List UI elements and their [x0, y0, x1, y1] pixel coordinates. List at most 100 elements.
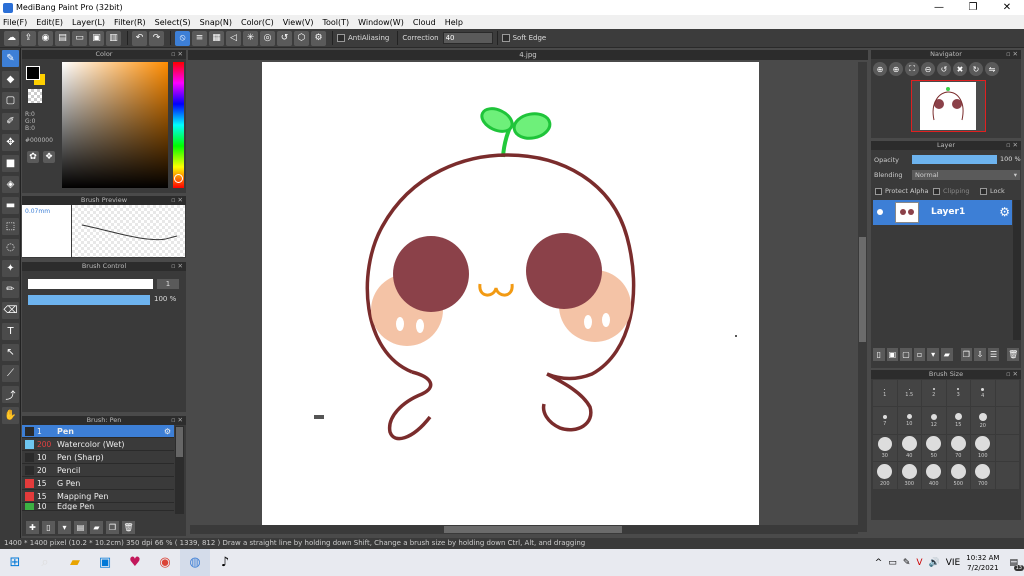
brush-size-option[interactable]: 3: [946, 380, 970, 407]
save-icon[interactable]: ▣: [89, 30, 104, 46]
brush-size-option[interactable]: 12: [922, 407, 946, 434]
menu-layer[interactable]: Layer(L): [72, 18, 105, 27]
select-pen-tool-icon[interactable]: ✏: [2, 281, 19, 298]
fit-icon[interactable]: ⛶: [905, 62, 919, 76]
delete-layer-icon[interactable]: 🗑: [1007, 347, 1019, 361]
brush-size-option[interactable]: 1.5: [897, 380, 921, 407]
lock-checkbox[interactable]: [980, 188, 987, 195]
lasso-tool-icon[interactable]: ◌: [2, 239, 19, 256]
layer-menu-icon[interactable]: ▾: [927, 347, 939, 361]
operation-tool-icon[interactable]: ↖: [2, 344, 19, 361]
brush-size-option[interactable]: 1: [873, 380, 897, 407]
brush-size-option[interactable]: 500: [946, 462, 970, 489]
store-icon[interactable]: ▣: [90, 549, 120, 576]
rotate-right-icon[interactable]: ↻: [969, 62, 983, 76]
document-tab[interactable]: 4.jpg: [188, 50, 868, 60]
panel-close-icon[interactable]: ▫ ✕: [171, 416, 183, 425]
brush-size-option[interactable]: 100: [971, 434, 995, 462]
select-tool-icon[interactable]: ⬚: [2, 218, 19, 235]
circle-snap-icon[interactable]: ◎: [260, 30, 275, 46]
brush-size-option[interactable]: 10: [897, 407, 921, 434]
brush-size-option[interactable]: 20: [971, 407, 995, 434]
primary-color-swatch[interactable]: [26, 66, 40, 80]
menu-window[interactable]: Window(W): [358, 18, 404, 27]
brush-item[interactable]: 15 G Pen: [22, 477, 174, 490]
curve-snap-icon[interactable]: ↺: [277, 30, 292, 46]
brush-size-option[interactable]: 15: [946, 407, 970, 434]
file-explorer-icon[interactable]: ▰: [60, 549, 90, 576]
hue-slider[interactable]: [173, 62, 184, 188]
panel-close-icon[interactable]: ▫ ✕: [1006, 370, 1018, 379]
brush-size-option[interactable]: 2: [922, 380, 946, 407]
menu-view[interactable]: View(V): [283, 18, 314, 27]
brush-size-option[interactable]: 30: [873, 434, 897, 462]
duplicate-layer-icon[interactable]: ❐: [960, 347, 973, 361]
brush-size-slider[interactable]: [28, 279, 153, 289]
unikey-icon[interactable]: V: [916, 558, 922, 568]
windows-start-icon[interactable]: ⊞: [0, 549, 30, 576]
chrome-icon[interactable]: ◉: [150, 549, 180, 576]
merge-layer-icon[interactable]: ⇩: [974, 347, 986, 361]
brush-size-option[interactable]: 40: [897, 434, 921, 462]
drawing-canvas[interactable]: [262, 62, 759, 525]
pen-tool-icon[interactable]: ✐: [2, 113, 19, 130]
bucket-tool-icon[interactable]: ◈: [2, 176, 19, 193]
maximize-button[interactable]: ❐: [956, 2, 990, 13]
brush-size-value[interactable]: 1: [157, 279, 179, 289]
brush-folder-icon[interactable]: ▰: [90, 520, 103, 534]
divide-tool-icon[interactable]: ⟋: [2, 365, 19, 382]
brush-size-option[interactable]: 70: [946, 434, 970, 462]
menu-tool[interactable]: Tool(T): [322, 18, 349, 27]
brush-size-option[interactable]: 50: [922, 434, 946, 462]
layer-more-icon[interactable]: ☰: [987, 347, 1000, 361]
parallel-snap-icon[interactable]: ≡: [192, 30, 207, 46]
hue-handle[interactable]: [174, 174, 183, 183]
eyedropper-tool-icon[interactable]: ⤴: [2, 386, 19, 403]
transparent-color-swatch[interactable]: [28, 89, 42, 103]
undo-icon[interactable]: ↶: [132, 30, 147, 46]
comment-icon[interactable]: ◉: [38, 30, 53, 46]
menu-cloud[interactable]: Cloud: [413, 18, 436, 27]
brush-size-option[interactable]: 7: [873, 407, 897, 434]
brush-item[interactable]: 10 Pen (Sharp): [22, 451, 174, 464]
new-layer-icon[interactable]: ▯: [873, 347, 885, 361]
brush-duplicate-icon[interactable]: ❐: [106, 520, 119, 534]
saturation-value-picker[interactable]: [62, 62, 168, 188]
new-1bit-layer-icon[interactable]: ▫: [913, 347, 926, 361]
clock[interactable]: 10:32 AM 7/2/2021: [966, 553, 999, 573]
tiktok-icon[interactable]: ♪: [210, 549, 240, 576]
menu-snap[interactable]: Snap(N): [200, 18, 232, 27]
flip-icon[interactable]: ⇋: [985, 62, 999, 76]
fill-rect-tool-icon[interactable]: ■: [2, 155, 19, 172]
card-icon[interactable]: ▭: [72, 30, 87, 46]
navigator-thumbnail[interactable]: [911, 80, 986, 132]
antialiasing-checkbox[interactable]: [337, 34, 345, 42]
add-brush-icon[interactable]: ✚: [26, 520, 39, 534]
panel-close-icon[interactable]: ▫ ✕: [171, 50, 183, 59]
soft-edge-checkbox[interactable]: [501, 34, 510, 42]
brush-settings-icon[interactable]: ⚙: [164, 427, 171, 436]
brush-item[interactable]: 10 Edge Pen: [22, 503, 174, 511]
layers-icon[interactable]: ▥: [106, 30, 121, 46]
panel-close-icon[interactable]: ▫ ✕: [171, 262, 183, 271]
language-indicator[interactable]: VIE: [946, 558, 961, 568]
eraser-tool-icon[interactable]: ◆: [2, 71, 19, 88]
new-brush-icon[interactable]: ▯: [42, 520, 55, 534]
snap-off-icon[interactable]: ⦸: [175, 30, 190, 46]
canvas-vertical-scrollbar[interactable]: [858, 62, 867, 532]
layer-row[interactable]: Layer1 ⚙: [873, 200, 1012, 225]
grid-snap-icon[interactable]: ▦: [209, 30, 224, 46]
snap-settings-icon[interactable]: ⚙: [311, 30, 326, 46]
correction-select[interactable]: 40: [442, 32, 493, 44]
show-hidden-icons-icon[interactable]: ^: [875, 558, 883, 568]
hand-tool-icon[interactable]: ✋: [2, 407, 19, 424]
zoom-in-step-icon[interactable]: ⊕: [889, 62, 903, 76]
brush-size-option[interactable]: 4: [971, 380, 995, 407]
minimize-button[interactable]: —: [922, 2, 956, 13]
brush-item[interactable]: 20 Pencil: [22, 464, 174, 477]
reset-rotation-icon[interactable]: ✖: [953, 62, 967, 76]
protect-alpha-checkbox[interactable]: [875, 188, 882, 195]
panel-close-icon[interactable]: ▫ ✕: [171, 196, 183, 205]
zoom-in-icon[interactable]: ⊕: [873, 62, 887, 76]
menu-edit[interactable]: Edit(E): [36, 18, 63, 27]
